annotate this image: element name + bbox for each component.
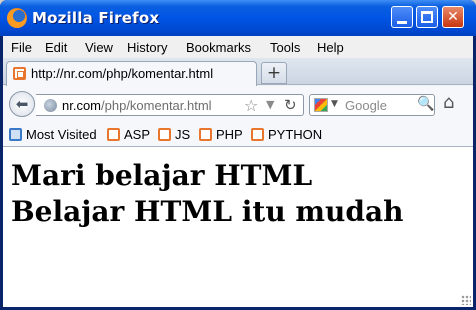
firefox-icon [7, 8, 27, 28]
close-button[interactable]: ✕ [442, 6, 464, 28]
browser-chrome: File Edit View History Bookmarks Tools H… [3, 36, 473, 147]
browser-window: Mozilla Firefox ✕ File Edit View History… [0, 0, 476, 310]
search-bar[interactable]: ▼ Google 🔍 [309, 94, 435, 116]
navigation-toolbar: ⬅ nr.com/php/komentar.html ☆ ▼ ↻ ▼ Googl… [3, 86, 473, 122]
menu-help[interactable]: Help [317, 40, 344, 55]
bookmarks-toolbar: Most Visited ASP JS PHP PYTHON [3, 122, 473, 147]
history-dropdown-icon[interactable]: ▼ [266, 98, 274, 111]
bookmark-label: ASP [124, 127, 151, 142]
back-arrow-icon: ⬅ [15, 95, 29, 113]
content-heading-1: Mari belajar HTML [11, 159, 313, 192]
bookmark-most-visited[interactable]: Most Visited [9, 127, 97, 142]
resize-grip-icon[interactable] [461, 295, 471, 305]
bookmark-asp[interactable]: ASP [107, 127, 150, 142]
google-engine-icon[interactable] [314, 98, 328, 112]
minimize-button[interactable] [391, 6, 413, 28]
menu-bar: File Edit View History Bookmarks Tools H… [3, 36, 473, 58]
back-button[interactable]: ⬅ [9, 91, 35, 117]
menu-tools[interactable]: Tools [270, 40, 300, 55]
bookmark-favicon-icon [158, 128, 171, 141]
search-icon[interactable]: 🔍 [417, 96, 434, 112]
url-path: /php/komentar.html [101, 98, 212, 113]
tab-strip: http://nr.com/php/komentar.html + [3, 58, 473, 86]
bookmark-label: PYTHON [268, 127, 323, 142]
menu-history[interactable]: History [127, 40, 167, 55]
home-icon[interactable]: ⌂ [443, 92, 454, 113]
bookmark-label: Most Visited [26, 127, 97, 142]
bookmark-favicon-icon [107, 128, 120, 141]
close-icon: ✕ [447, 9, 459, 25]
bookmark-label: JS [175, 127, 191, 142]
tab-label: http://nr.com/php/komentar.html [31, 66, 214, 81]
bookmark-php[interactable]: PHP [199, 127, 243, 142]
menu-bookmarks[interactable]: Bookmarks [186, 40, 251, 55]
tab-komentar[interactable]: http://nr.com/php/komentar.html [6, 61, 257, 86]
reload-icon[interactable]: ↻ [284, 96, 297, 114]
menu-view[interactable]: View [85, 40, 113, 55]
page-favicon-icon [13, 67, 26, 80]
most-visited-icon [9, 128, 22, 141]
bookmark-favicon-icon [199, 128, 212, 141]
search-placeholder: Google [345, 98, 387, 113]
bookmark-label: PHP [216, 127, 243, 142]
globe-icon [44, 99, 57, 112]
new-tab-button[interactable]: + [261, 62, 287, 84]
content-heading-2: Belajar HTML itu mudah [11, 195, 404, 228]
maximize-icon [421, 11, 433, 23]
bookmark-python[interactable]: PYTHON [251, 127, 322, 142]
engine-dropdown-icon[interactable]: ▼ [331, 99, 338, 109]
bookmark-favicon-icon [251, 128, 264, 141]
menu-edit[interactable]: Edit [45, 40, 67, 55]
page-content: Mari belajar HTML Belajar HTML itu mudah [3, 147, 473, 307]
address-bar[interactable]: nr.com/php/komentar.html ☆ ▼ ↻ [36, 94, 304, 116]
url-text: nr.com/php/komentar.html [62, 98, 212, 113]
menu-file[interactable]: File [11, 40, 32, 55]
url-host: nr.com [62, 98, 102, 113]
bookmark-js[interactable]: JS [158, 127, 190, 142]
maximize-button[interactable] [416, 6, 438, 28]
minimize-icon [397, 21, 407, 24]
bookmark-star-icon[interactable]: ☆ [244, 96, 258, 115]
title-bar[interactable]: Mozilla Firefox ✕ [0, 0, 476, 36]
window-title: Mozilla Firefox [32, 9, 160, 27]
